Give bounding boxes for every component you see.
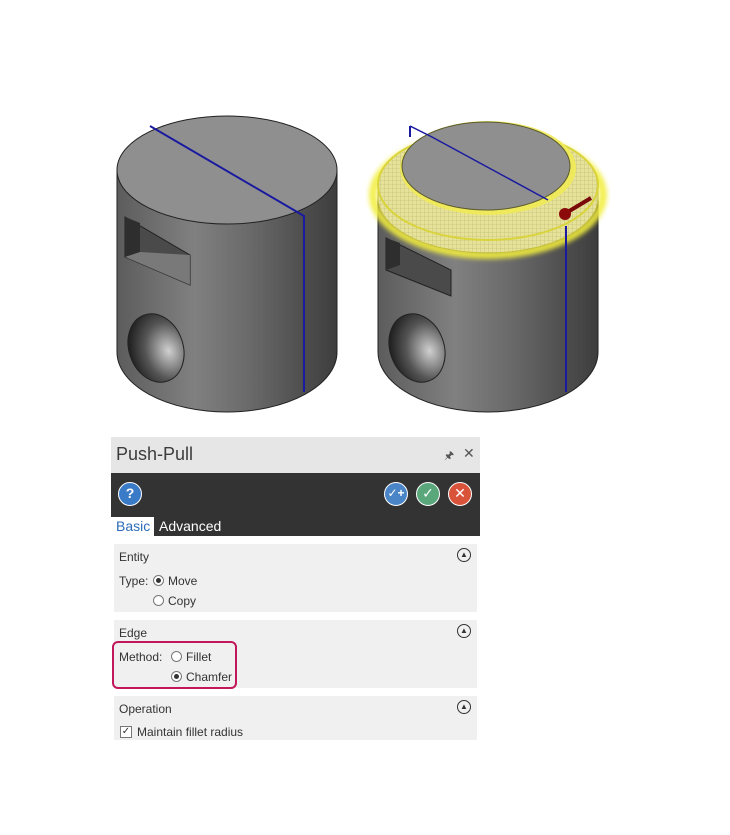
close-icon[interactable]: ✕: [463, 445, 475, 462]
tab-advanced[interactable]: Advanced: [159, 517, 221, 536]
panel-title: Push-Pull: [116, 444, 194, 464]
copy-radio[interactable]: [153, 595, 164, 606]
ok-button[interactable]: ✓: [416, 482, 440, 506]
copy-label: Copy: [168, 594, 197, 608]
type-label: Type:: [119, 574, 149, 588]
edge-section-title: Edge: [119, 626, 148, 640]
method-highlight-box: [112, 641, 237, 689]
apply-and-new-button[interactable]: ✓+: [384, 482, 408, 506]
operation-section: Operation ▲ ✓ Maintain fillet radius: [114, 696, 477, 740]
push-pull-panel: Push-Pull 🖈 ✕ ? ✓+ ✓ ✕ Basic Advanced En…: [111, 437, 480, 740]
pin-icon[interactable]: 🖈: [444, 447, 454, 466]
operation-section-title: Operation: [119, 702, 172, 716]
part-original: [116, 115, 338, 413]
entity-collapse-icon[interactable]: ▲: [457, 548, 471, 562]
help-button[interactable]: ?: [118, 482, 142, 506]
panel-titlebar: Push-Pull 🖈 ✕: [111, 437, 480, 473]
maintain-fillet-radius-label: Maintain fillet radius: [137, 725, 244, 739]
edge-collapse-icon[interactable]: ▲: [457, 624, 471, 638]
part-chamfer-preview[interactable]: [369, 121, 607, 413]
model-viewport[interactable]: [0, 0, 730, 430]
move-radio[interactable]: [153, 575, 164, 586]
entity-section: Entity ▲ Type: Move Copy: [114, 544, 477, 612]
move-label: Move: [168, 574, 198, 588]
maintain-fillet-radius-checkbox[interactable]: ✓: [120, 726, 132, 738]
tab-basic[interactable]: Basic: [111, 517, 154, 536]
cancel-button[interactable]: ✕: [448, 482, 472, 506]
entity-section-title: Entity: [119, 550, 150, 564]
operation-collapse-icon[interactable]: ▲: [457, 700, 471, 714]
